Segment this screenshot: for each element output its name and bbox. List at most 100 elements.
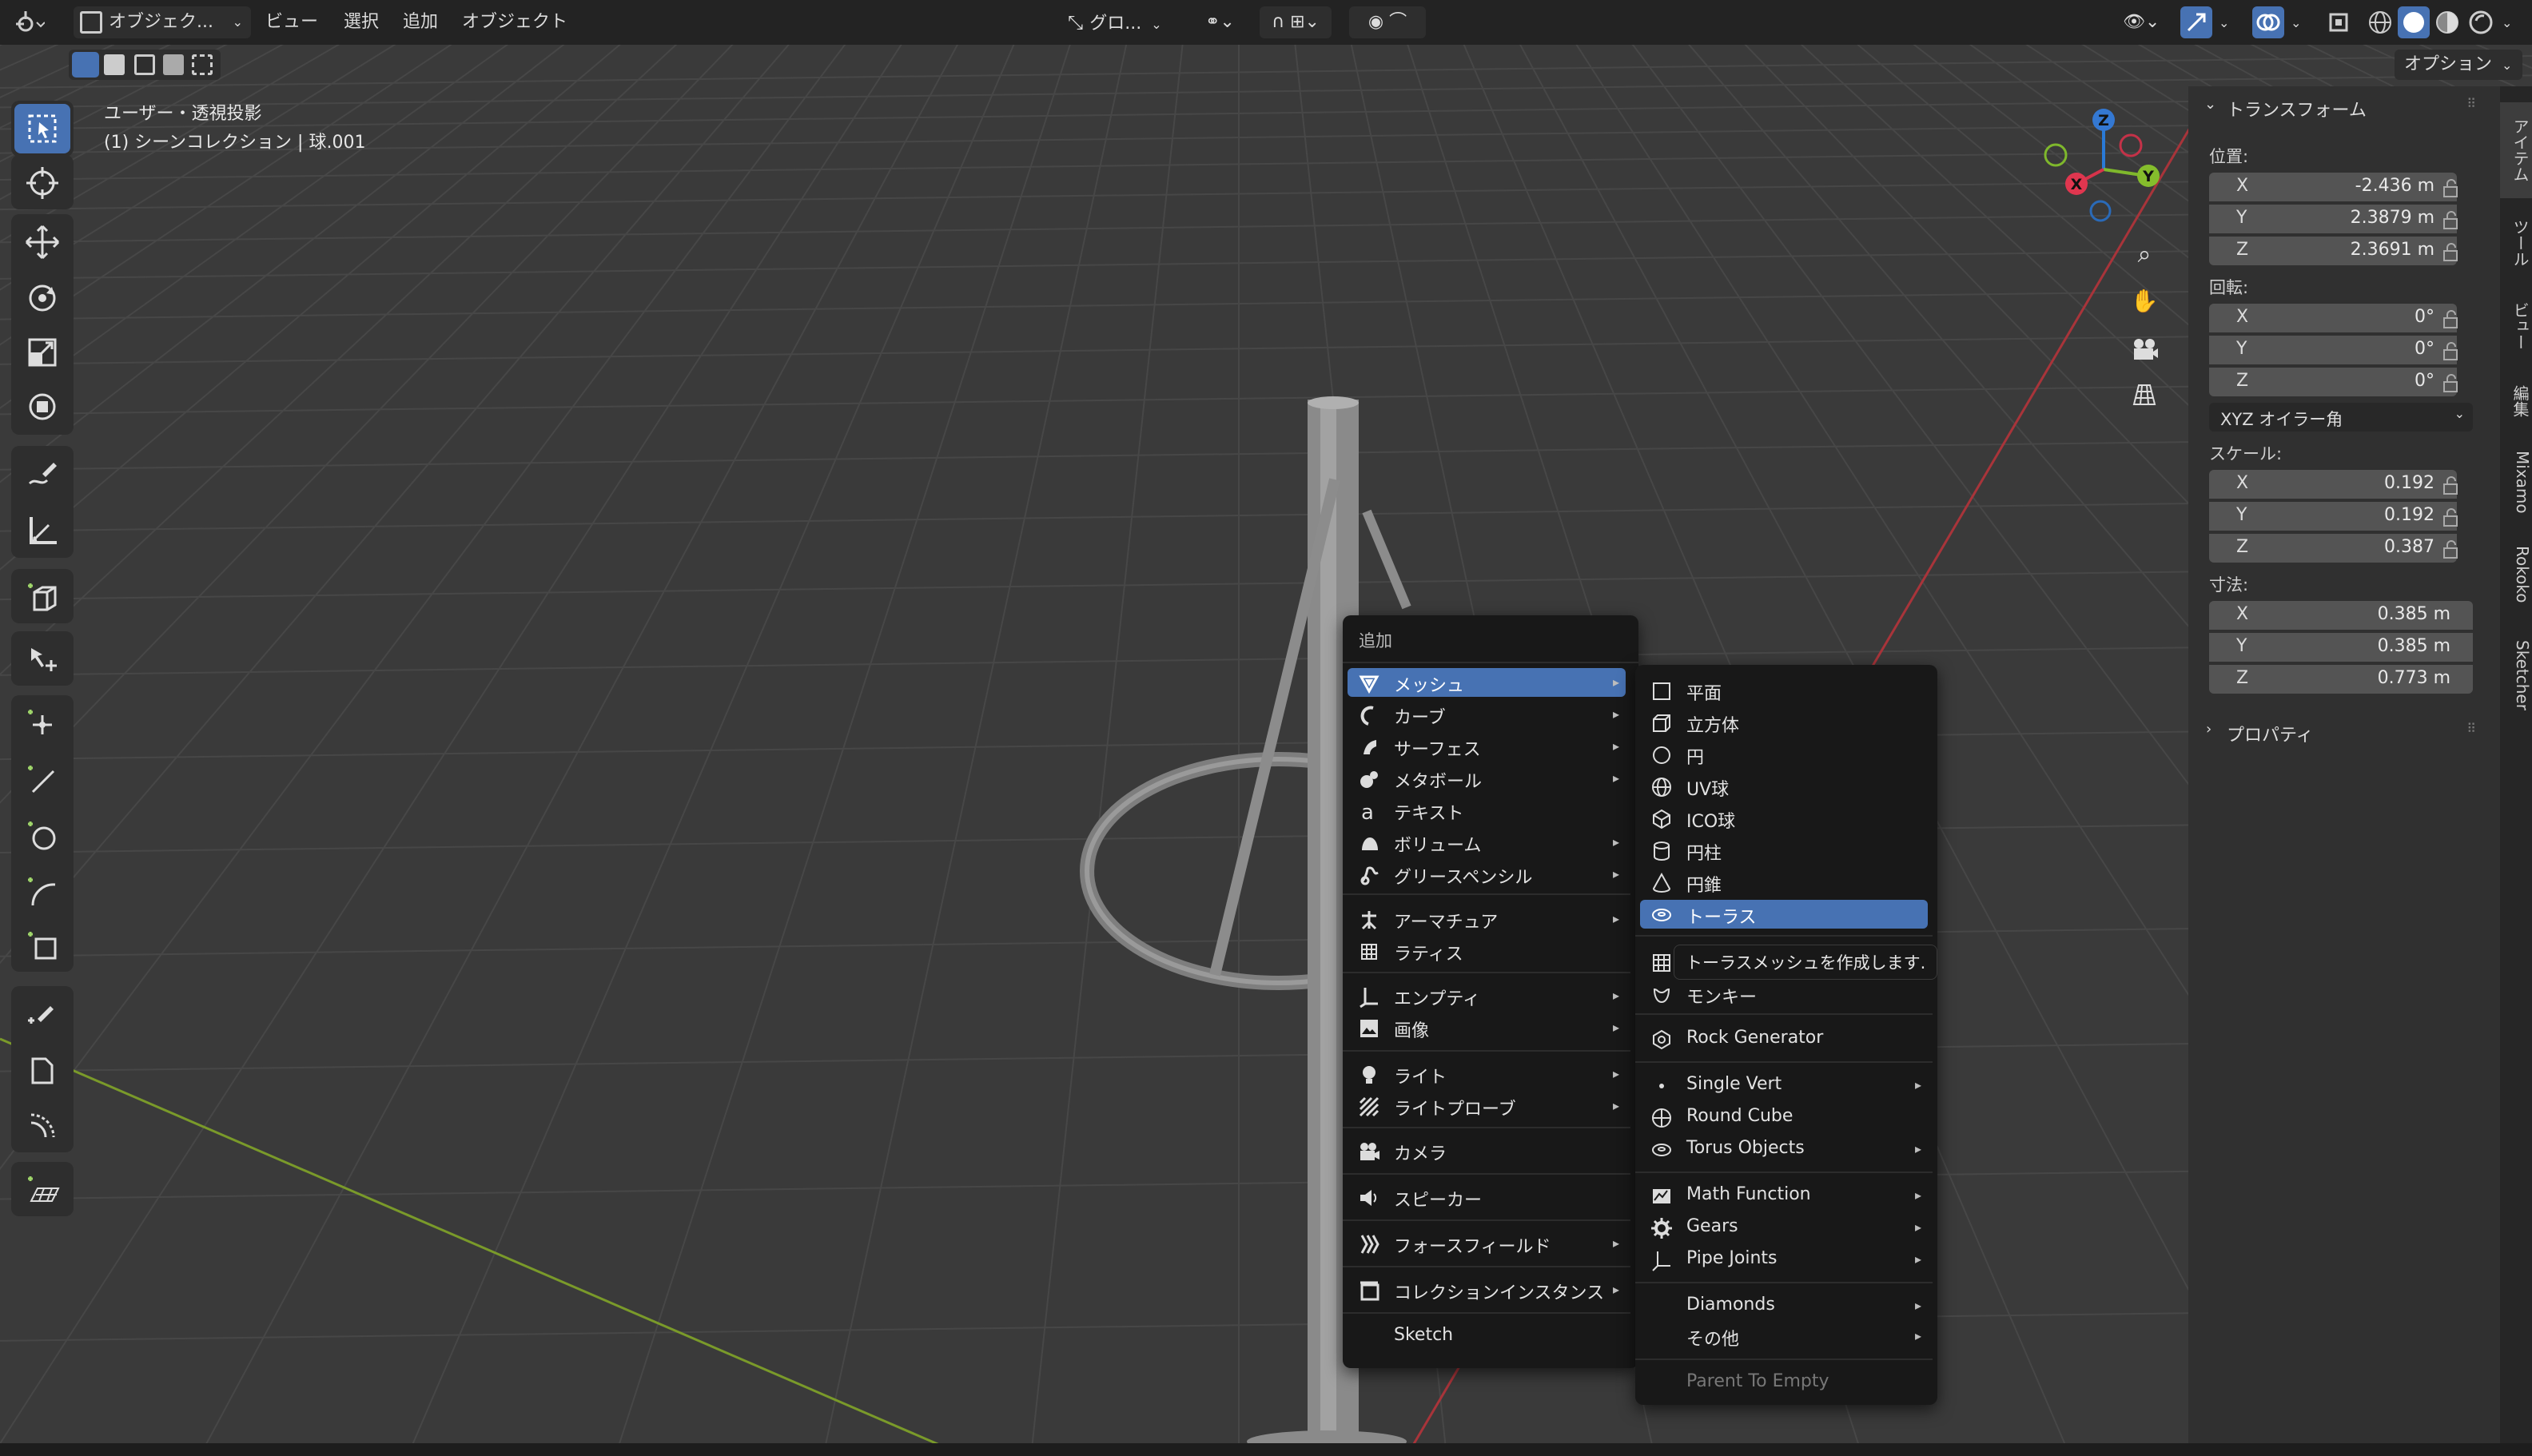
tool-add-vertex[interactable] — [14, 698, 70, 748]
menu-item-round-cube[interactable]: Round Cube — [1640, 1103, 1928, 1132]
tool-add-edge[interactable] — [14, 754, 70, 804]
lock-icon[interactable] — [2439, 241, 2462, 264]
lock-icon[interactable] — [2439, 308, 2462, 331]
tool-sketch-curve[interactable] — [14, 1100, 70, 1149]
tab-view[interactable]: ビュー — [2500, 286, 2532, 366]
menu-item-gears[interactable]: Gears ▸ — [1640, 1213, 1928, 1242]
menu-item-diamonds[interactable]: Diamonds ▸ — [1640, 1291, 1928, 1320]
menu-item-メッシュ[interactable]: メッシュ ▸ — [1348, 668, 1626, 697]
menu-item-math-function[interactable]: Math Function ▸ — [1640, 1181, 1928, 1210]
shading-material-icon[interactable] — [2431, 6, 2463, 38]
menu-view[interactable]: ビュー — [265, 6, 318, 38]
shading-wireframe-icon[interactable] — [2364, 6, 2396, 38]
rotation-mode-dropdown[interactable]: XYZ オイラー角 ⌄ — [2209, 403, 2473, 432]
select-intersect-icon[interactable] — [192, 54, 213, 75]
menu-item-ラティス[interactable]: ラティス — [1348, 937, 1626, 965]
overlays-dropdown[interactable]: ⌄ — [2291, 6, 2301, 38]
tool-sketch-page[interactable] — [14, 1045, 70, 1095]
zoom-icon[interactable]: ⌕ — [2126, 237, 2163, 273]
navigation-gizmo[interactable]: Z Y X — [2033, 99, 2177, 235]
menu-item-フォースフィールド[interactable]: フォースフィールド ▸ — [1348, 1229, 1626, 1258]
menu-item-グリースペンシル[interactable]: グリースペンシル ▸ — [1348, 860, 1626, 889]
gizmo-toggle[interactable] — [2180, 6, 2212, 38]
menu-item-画像[interactable]: 画像 ▸ — [1348, 1013, 1626, 1042]
rotation-y-field[interactable]: Y 0° — [2209, 336, 2457, 364]
shading-rendered-icon[interactable] — [2465, 6, 2497, 38]
mode-dropdown[interactable]: オブジェク... ⌄ — [74, 6, 251, 38]
properties-panel-header[interactable]: › プロパティ ⠿ — [2200, 718, 2484, 750]
drag-handle-icon[interactable]: ⠿ — [2466, 721, 2476, 736]
tool-scale[interactable] — [14, 328, 70, 377]
tool-rotate[interactable] — [14, 273, 70, 323]
tool-add-arc[interactable] — [14, 866, 70, 916]
lock-icon[interactable] — [2439, 177, 2462, 200]
rotation-z-field[interactable]: Z 0° — [2209, 368, 2457, 396]
tool-add-cube[interactable] — [14, 572, 70, 622]
xray-toggle[interactable] — [2323, 6, 2355, 38]
menu-item-コレクションインスタンス[interactable]: コレクションインスタンス ▸ — [1348, 1275, 1626, 1304]
tool-move[interactable] — [14, 217, 70, 267]
tab-edit[interactable]: 編集 — [2500, 369, 2532, 433]
location-x-field[interactable]: X -2.436 m — [2209, 173, 2457, 201]
scale-y-field[interactable]: Y 0.192 — [2209, 502, 2457, 531]
drag-handle-icon[interactable]: ⠿ — [2466, 96, 2476, 111]
transform-panel-header[interactable]: ⌄ トランスフォーム ⠿ — [2200, 93, 2484, 125]
tab-sketcher[interactable]: Sketcher — [2500, 623, 2532, 727]
menu-select[interactable]: 選択 — [344, 6, 379, 38]
tab-tool[interactable]: ツール — [2500, 203, 2532, 283]
lock-icon[interactable] — [2439, 475, 2462, 497]
dimensions-y-field[interactable]: Y 0.385 m — [2209, 633, 2473, 662]
menu-item-pipe-joints[interactable]: Pipe Joints ▸ — [1640, 1245, 1928, 1274]
tool-add-circle[interactable] — [14, 810, 70, 860]
menu-add[interactable]: 追加 — [403, 6, 438, 38]
menu-item-torus-objects[interactable]: Torus Objects ▸ — [1640, 1135, 1928, 1164]
menu-item-立方体[interactable]: 立方体 — [1640, 708, 1928, 737]
select-new-icon[interactable] — [72, 52, 99, 78]
menu-item-カメラ[interactable]: カメラ — [1348, 1136, 1626, 1165]
menu-item-モンキー[interactable]: モンキー — [1640, 980, 1928, 1008]
menu-item-スピーカー[interactable]: スピーカー — [1348, 1183, 1626, 1211]
tab-mixamo[interactable]: Mixamo — [2500, 438, 2532, 526]
proportional-edit-toggle[interactable]: ◉ ⌒ — [1349, 6, 1426, 38]
tool-transform[interactable] — [14, 382, 70, 432]
lock-icon[interactable] — [2439, 340, 2462, 363]
tab-item[interactable]: アイテム — [2500, 102, 2532, 198]
tool-select-box[interactable] — [14, 104, 70, 153]
lock-icon[interactable] — [2439, 372, 2462, 395]
dimensions-z-field[interactable]: Z 0.773 m — [2209, 665, 2473, 694]
lock-icon[interactable] — [2439, 507, 2462, 529]
menu-item-トーラス[interactable]: トーラス — [1640, 900, 1928, 929]
menu-item-カーブ[interactable]: カーブ ▸ — [1348, 700, 1626, 729]
menu-item-parent-to-empty[interactable]: Parent To Empty — [1640, 1368, 1928, 1397]
overlays-toggle[interactable] — [2252, 6, 2284, 38]
select-extend-icon[interactable] — [104, 54, 125, 75]
tool-add-rectangle[interactable] — [14, 921, 70, 970]
shading-solid-icon[interactable] — [2398, 6, 2430, 38]
menu-item-エンプティ[interactable]: エンプティ ▸ — [1348, 981, 1626, 1010]
menu-item-テキスト[interactable]: a テキスト — [1348, 796, 1626, 825]
menu-item-円錐[interactable]: 円錐 — [1640, 868, 1928, 897]
menu-item-メタボール[interactable]: メタボール ▸ — [1348, 764, 1626, 793]
tool-measure[interactable] — [14, 505, 70, 555]
gizmo-dropdown[interactable]: ⌄ — [2219, 6, 2229, 38]
location-z-field[interactable]: Z 2.3691 m — [2209, 237, 2457, 265]
menu-item-rock-generator[interactable]: Rock Generator — [1640, 1024, 1928, 1053]
transform-orientation-dropdown[interactable]: ⤡ グロ... ⌄ — [1068, 6, 1188, 38]
editor-type-icon[interactable] — [13, 6, 46, 38]
tool-annotate[interactable] — [14, 449, 70, 499]
menu-item-その他[interactable]: その他 ▸ — [1640, 1322, 1928, 1351]
menu-item-ico球[interactable]: ICO球 — [1640, 804, 1928, 833]
pivot-dropdown[interactable]: ⚭⌄ — [1205, 6, 1250, 38]
menu-item-uv球[interactable]: UV球 — [1640, 772, 1928, 801]
select-subtract-icon[interactable] — [134, 54, 155, 75]
location-y-field[interactable]: Y 2.3879 m — [2209, 205, 2457, 233]
menu-item-アーマチュア[interactable]: アーマチュア ▸ — [1348, 905, 1626, 933]
menu-item-single-vert[interactable]: Single Vert ▸ — [1640, 1071, 1928, 1100]
shading-dropdown[interactable]: ⌄ — [2502, 6, 2512, 38]
tool-sketch-pen[interactable] — [14, 989, 70, 1039]
lock-icon[interactable] — [2439, 209, 2462, 232]
pan-hand-icon[interactable]: ✋ — [2126, 283, 2163, 320]
menu-item-sketch[interactable]: Sketch — [1348, 1322, 1626, 1351]
rotation-x-field[interactable]: X 0° — [2209, 304, 2457, 332]
select-invert-icon[interactable] — [163, 54, 184, 75]
